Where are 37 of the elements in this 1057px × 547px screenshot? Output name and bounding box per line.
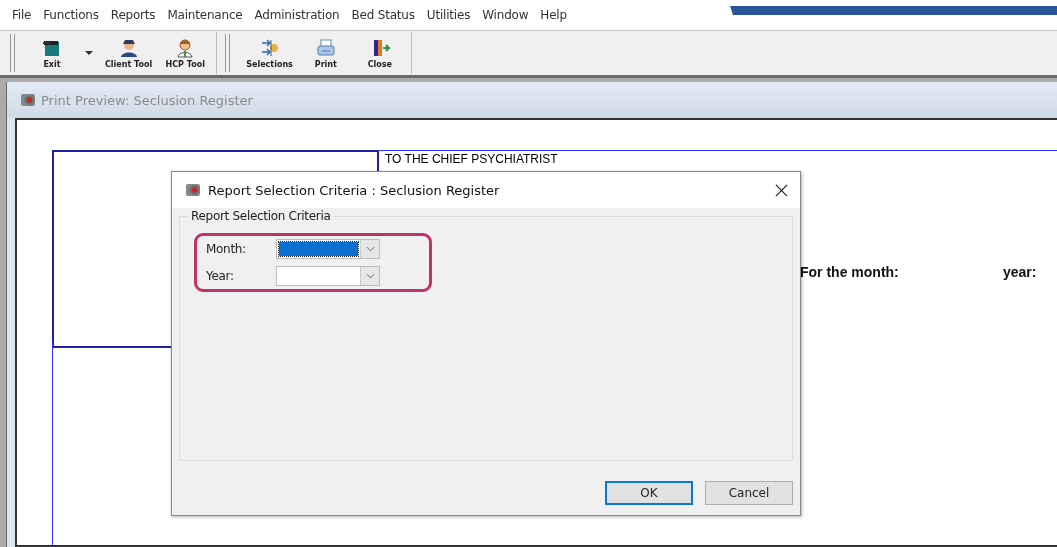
window-title: Print Preview: Seclusion Register [41, 92, 253, 108]
toolbar-button[interactable]: Exit [27, 37, 77, 69]
ok-button[interactable]: OK [605, 481, 693, 505]
printer-icon [315, 37, 336, 58]
menu-item[interactable]: File [6, 8, 38, 22]
app-icon [186, 184, 200, 196]
dropdown-field[interactable] [276, 266, 380, 286]
cancel-button[interactable]: Cancel [705, 481, 793, 505]
toolbar-button[interactable]: Print [300, 37, 351, 69]
toolbar-button[interactable]: Client Tool [101, 37, 157, 69]
menu-item[interactable]: Utilities [420, 8, 477, 22]
month-label: For the month: [800, 264, 899, 280]
close-icon[interactable] [775, 183, 788, 197]
group-label: Report Selection Criteria [188, 209, 334, 223]
field-label: Year: [205, 269, 235, 283]
menu-item[interactable]: Administration [248, 8, 346, 22]
dropdown-field[interactable] [276, 239, 380, 259]
caret-icon[interactable] [85, 51, 93, 55]
report-heading: TO THE CHIEF PSYCHIATRIST [385, 152, 558, 166]
menu-item[interactable]: Reports [104, 8, 162, 22]
arrows-icon [259, 37, 280, 58]
dialog-title: Report Selection Criteria : Seclusion Register [208, 182, 500, 198]
toolbar-button[interactable]: Close [354, 37, 405, 69]
chevron-icon [365, 273, 375, 279]
menu-item[interactable]: Window [476, 8, 535, 22]
person-icon [175, 37, 196, 58]
menu-item[interactable]: Functions [37, 8, 105, 22]
person-icon [118, 37, 139, 58]
year-label: year: [1003, 264, 1037, 280]
toolbar-button[interactable]: Selections [242, 37, 297, 69]
app-icon [21, 94, 35, 106]
chevron-icon [365, 246, 375, 252]
menu-item[interactable]: Help [534, 8, 573, 22]
menu-item[interactable]: Maintenance [161, 8, 249, 22]
menu-item[interactable]: Bed Status [345, 8, 421, 22]
field-label: Month: [205, 242, 247, 256]
toolbar-button[interactable]: HCP Tool [160, 37, 211, 69]
